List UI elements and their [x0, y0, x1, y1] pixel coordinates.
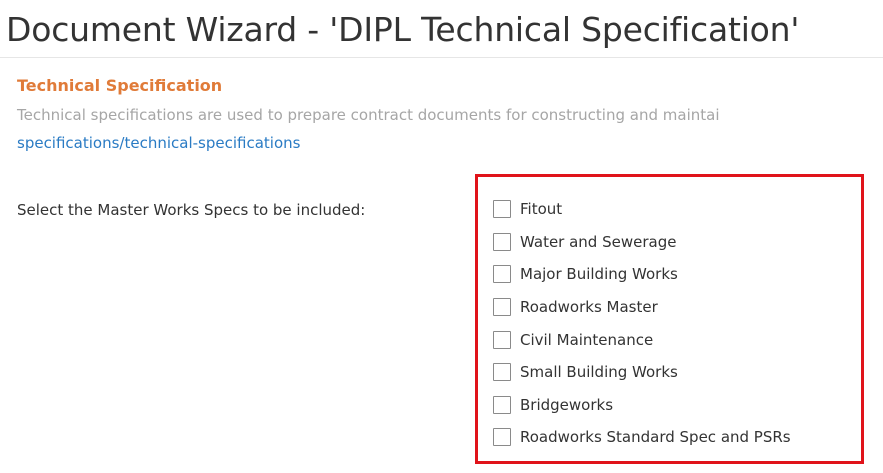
master-works-specs-label: Select the Master Works Specs to be incl… [17, 201, 366, 219]
checkbox[interactable] [493, 428, 511, 447]
spec-option-label: Water and Sewerage [520, 232, 677, 251]
spec-option-small-building-works[interactable]: Small Building Works [493, 356, 791, 389]
title-divider [0, 57, 883, 58]
specifications-link[interactable]: specifications/technical-specifications [17, 134, 300, 152]
spec-option-label: Civil Maintenance [520, 330, 654, 349]
spec-option-label: Bridgeworks [520, 395, 614, 414]
checkbox[interactable] [493, 330, 511, 349]
spec-option-label: Fitout [520, 200, 563, 219]
checkbox[interactable] [493, 200, 511, 219]
spec-option-label: Roadworks Master [520, 298, 658, 317]
spec-option-fitout[interactable]: Fitout [493, 193, 791, 226]
spec-option-civil-maintenance[interactable]: Civil Maintenance [493, 323, 791, 356]
document-wizard-page: Document Wizard - 'DIPL Technical Specif… [0, 0, 883, 473]
checkbox[interactable] [493, 232, 511, 251]
page-title: Document Wizard - 'DIPL Technical Specif… [6, 10, 800, 49]
spec-option-label: Major Building Works [520, 265, 678, 284]
checkbox[interactable] [493, 298, 511, 317]
checkbox[interactable] [493, 265, 511, 284]
spec-option-major-building-works[interactable]: Major Building Works [493, 258, 791, 291]
section-heading: Technical Specification [17, 76, 223, 95]
spec-option-bridgeworks[interactable]: Bridgeworks [493, 389, 791, 422]
checkbox[interactable] [493, 395, 511, 414]
checkbox[interactable] [493, 363, 511, 382]
master-works-specs-list: Fitout Water and Sewerage Major Building… [493, 193, 791, 454]
spec-option-roadworks-master[interactable]: Roadworks Master [493, 291, 791, 324]
spec-option-label: Roadworks Standard Spec and PSRs [520, 428, 791, 447]
spec-option-label: Small Building Works [520, 363, 678, 382]
section-description: Technical specifications are used to pre… [17, 106, 720, 124]
spec-option-water-and-sewerage[interactable]: Water and Sewerage [493, 226, 791, 259]
spec-option-roadworks-standard-spec-and-psrs[interactable]: Roadworks Standard Spec and PSRs [493, 421, 791, 454]
